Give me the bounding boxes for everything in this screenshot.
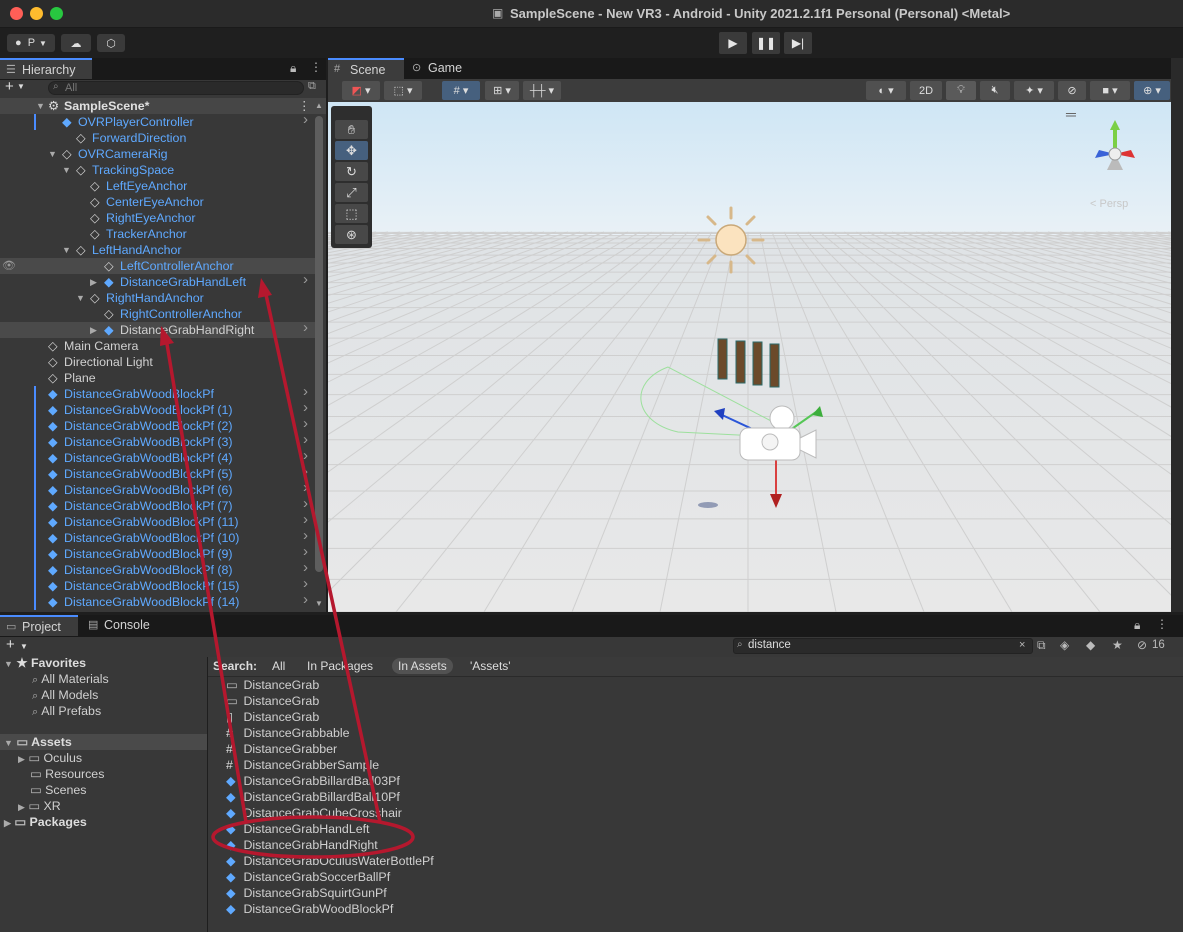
annotation-overlay [160, 278, 415, 859]
